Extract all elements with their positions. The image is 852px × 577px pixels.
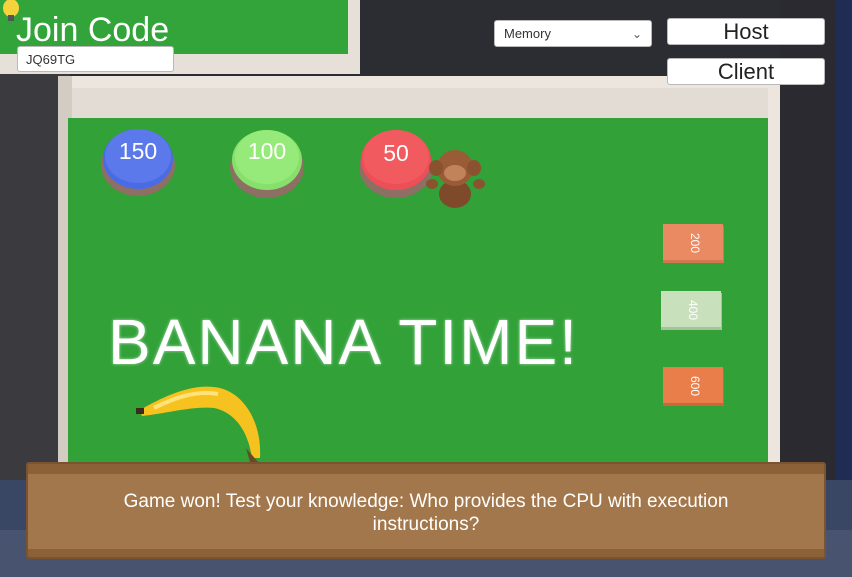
bet-button-100[interactable]: 100 <box>229 122 305 198</box>
bet-button-50[interactable]: 50 <box>358 124 434 198</box>
banana-icon[interactable] <box>134 378 266 464</box>
card-600[interactable]: 600 <box>663 367 725 407</box>
mode-select[interactable]: Memory ⌄ <box>494 20 652 47</box>
bet-label: 100 <box>247 138 287 164</box>
join-code-title: Join Code <box>16 11 170 49</box>
chevron-down-icon: ⌄ <box>631 27 642 41</box>
client-button[interactable]: Client <box>667 58 825 85</box>
question-dialog: Game won! Test your knowledge: Who provi… <box>26 462 826 559</box>
bet-label: 50 <box>383 140 409 166</box>
bet-button-150[interactable]: 150 <box>100 122 176 196</box>
dialog-bottom-edge <box>28 549 824 557</box>
card-200[interactable]: 200 <box>663 224 725 264</box>
card-value: 200 <box>688 232 703 254</box>
bet-label: 150 <box>118 138 158 164</box>
card-value: 600 <box>688 375 703 397</box>
banana-time-headline: BANANA TIME! <box>108 306 579 378</box>
join-code-input[interactable] <box>17 46 174 72</box>
dialog-message: Game won! Test your knowledge: Who provi… <box>123 491 729 535</box>
dialog-top-edge <box>28 464 824 474</box>
host-button[interactable]: Host <box>667 18 825 45</box>
card-400[interactable]: 400 <box>661 291 723 331</box>
card-value: 400 <box>686 299 701 321</box>
monkey-icon <box>424 146 486 210</box>
mode-select-value: Memory <box>504 26 551 41</box>
main-board-top-ledge <box>72 88 768 120</box>
